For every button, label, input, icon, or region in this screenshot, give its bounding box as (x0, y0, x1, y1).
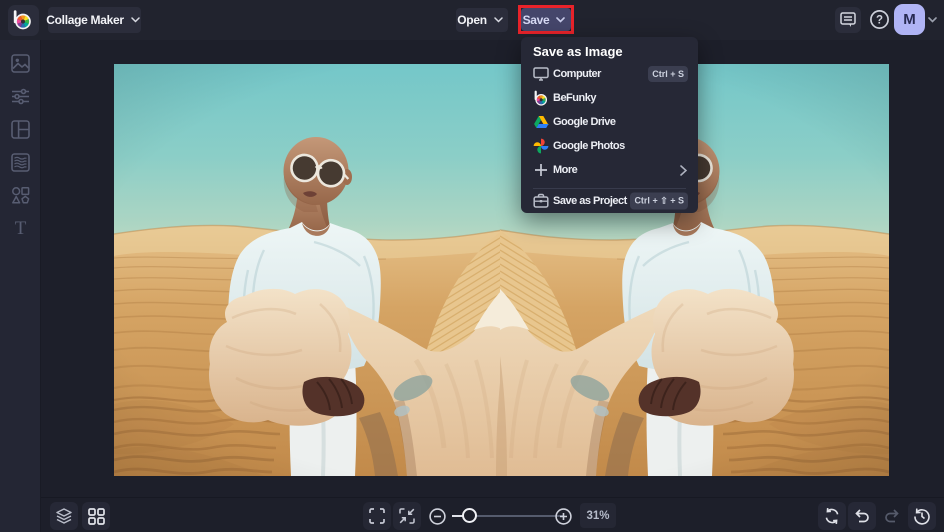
svg-text:T: T (15, 218, 27, 237)
svg-text:?: ? (876, 15, 883, 27)
